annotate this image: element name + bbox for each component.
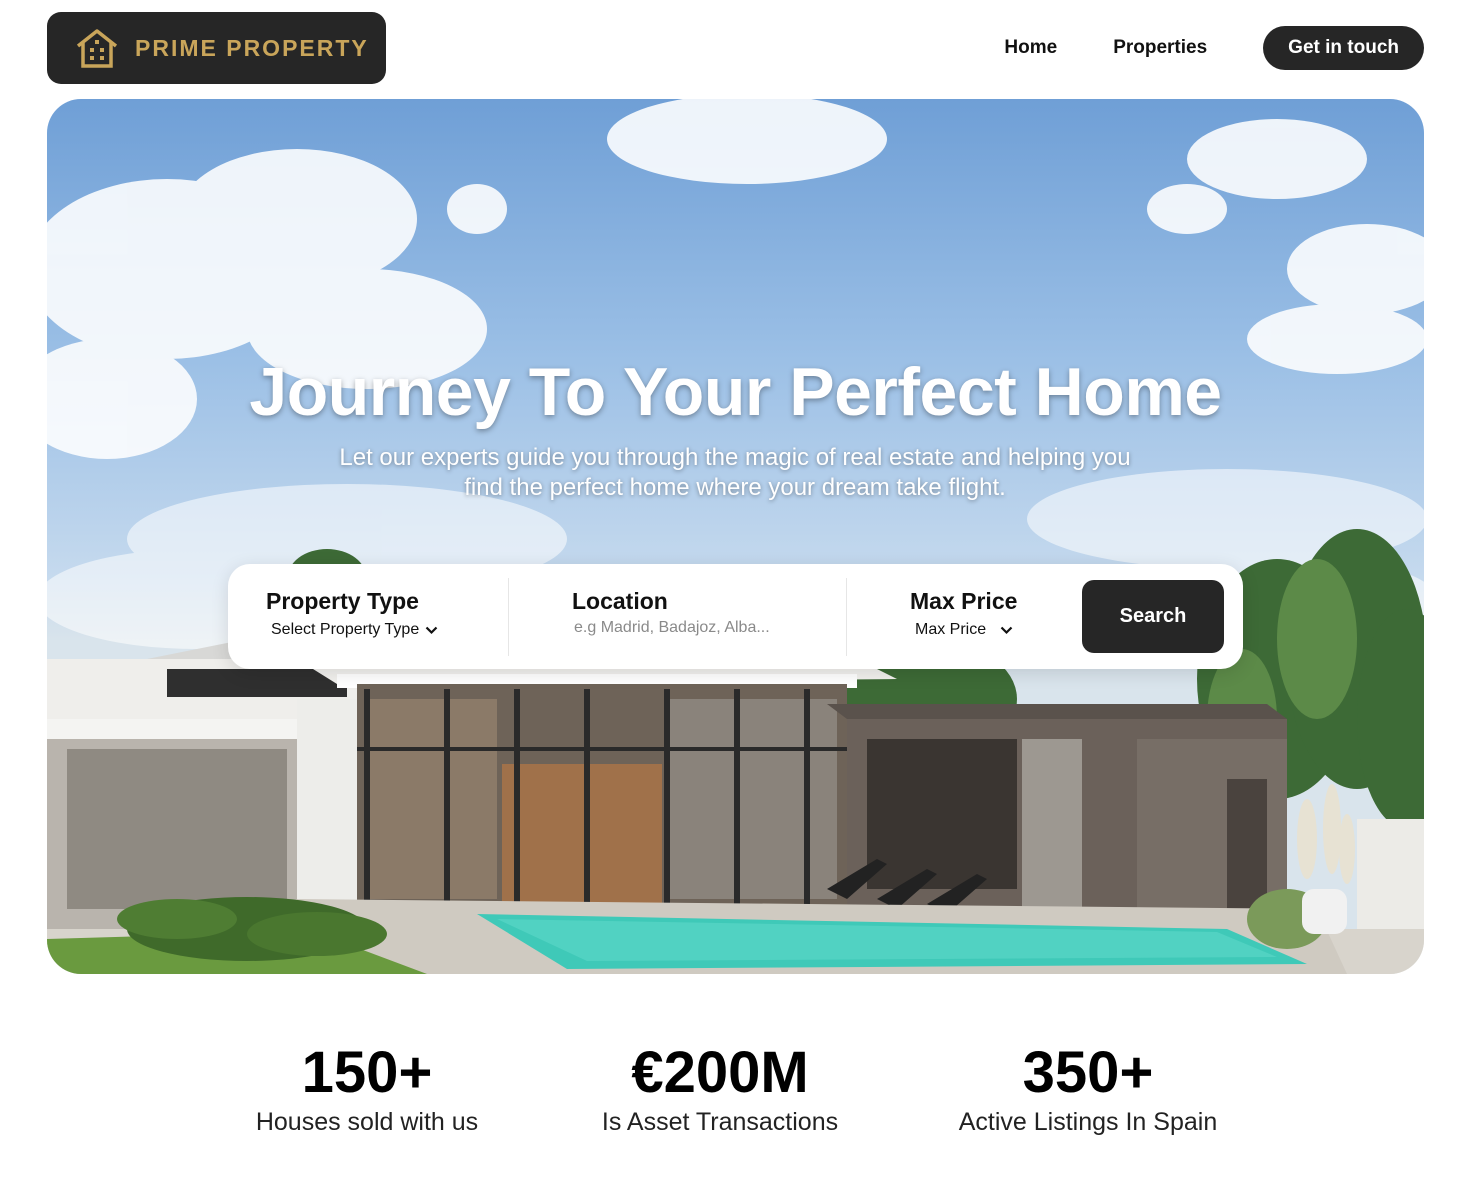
hero-subtitle: Let our experts guide you through the ma… [339,444,1131,501]
nav-home-link[interactable]: Home [1004,37,1057,59]
property-type-select[interactable]: Select Property Type [271,621,438,639]
stat-asset-transactions: €200M Is Asset Transactions [570,1040,870,1137]
brand-name: PRIME PROPERTY [135,34,369,61]
stat-value: 150+ [301,1040,433,1105]
location-label: Location [572,588,668,614]
field-divider [508,578,509,656]
hero-house-image [47,99,1424,974]
stat-label: Houses sold with us [255,1108,479,1136]
max-price-field[interactable]: Max Price Max Price [910,588,1017,639]
chevron-down-icon [1000,626,1013,634]
search-button[interactable]: Search [1082,580,1224,653]
stat-value: €200M [631,1040,809,1105]
get-in-touch-button[interactable]: Get in touch [1263,26,1424,70]
nav-properties-link[interactable]: Properties [1113,37,1207,59]
hero-title: Journey To Your Perfect Home [249,354,1222,430]
stat-label: Is Asset Transactions [601,1108,839,1136]
max-price-select[interactable]: Max Price [915,621,1017,639]
field-divider [846,578,847,656]
brand-logo[interactable]: PRIME PROPERTY [47,12,386,84]
property-type-label: Property Type [266,588,419,614]
property-type-value: Select Property Type [271,621,420,638]
house-icon [76,29,118,68]
property-search-bar: Property Type Select Property Type Locat… [228,564,1243,669]
max-price-value: Max Price [915,621,987,638]
location-input[interactable] [572,619,792,637]
property-type-field[interactable]: Property Type Select Property Type [266,588,438,639]
hero-banner: Journey To Your Perfect Home Let our exp… [47,99,1424,974]
stat-label: Active Listings In Spain [958,1108,1218,1136]
max-price-label: Max Price [910,588,1018,614]
stat-value: 350+ [1022,1040,1154,1105]
chevron-down-icon [425,626,438,634]
main-nav: Home Properties Get in touch [1004,26,1424,70]
stat-houses-sold: 150+ Houses sold with us [217,1040,517,1137]
location-field[interactable]: Location [572,588,792,637]
stat-active-listings: 350+ Active Listings In Spain [938,1040,1238,1137]
